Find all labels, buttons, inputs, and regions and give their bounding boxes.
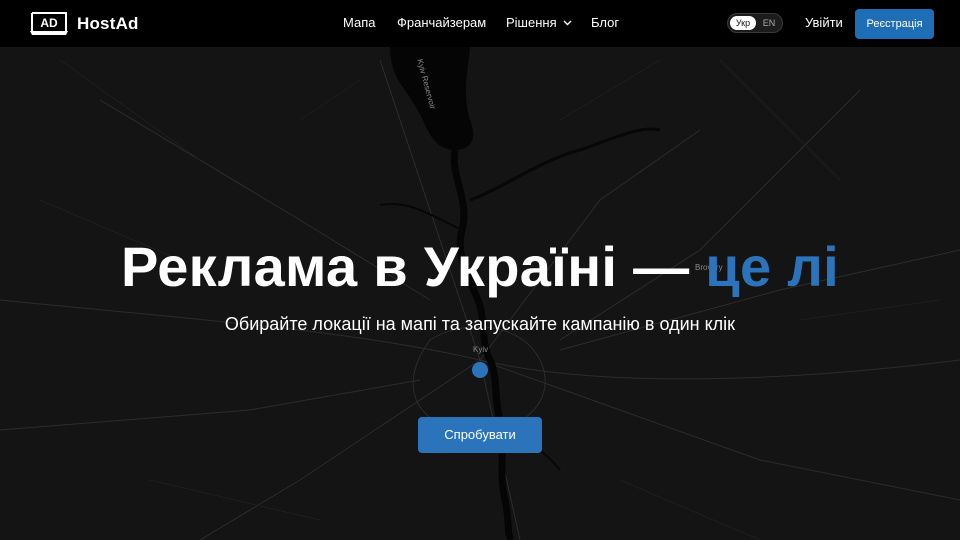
hero-title: Реклама в Україні — це лі [0, 234, 960, 299]
map-location-marker[interactable] [472, 362, 488, 378]
nav-link-blog[interactable]: Блог [591, 15, 619, 30]
nav-dropdown-solutions-label: Рішення [506, 15, 557, 30]
nav-link-map[interactable]: Мапа [343, 15, 375, 30]
lang-option-ukr[interactable]: Укр [730, 16, 756, 30]
map-label-kyiv: Kyiv [473, 345, 489, 354]
lang-option-en[interactable]: EN [758, 16, 780, 30]
nav-link-franchisers[interactable]: Франчайзерам [397, 15, 486, 30]
try-button[interactable]: Спробувати [418, 417, 542, 453]
login-link[interactable]: Увійти [805, 15, 843, 30]
language-toggle[interactable]: Укр EN [727, 13, 783, 33]
chevron-down-icon [563, 20, 572, 25]
svg-text:AD: AD [40, 16, 58, 30]
nav-dropdown-solutions[interactable]: Рішення [506, 15, 572, 30]
hero-title-accent: це лі [705, 235, 839, 298]
hero-title-main: Реклама в Україні — [120, 235, 706, 298]
brand-name: HostAd [77, 14, 139, 33]
register-button[interactable]: Реєстрація [855, 9, 934, 39]
top-navbar: AD HostAd Мапа Франчайзерам Рішення Блог… [0, 0, 960, 47]
brand-logo[interactable]: AD HostAd [29, 11, 139, 37]
hero-subtitle: Обирайте локації на мапі та запускайте к… [224, 314, 736, 334]
logo-ad-icon: AD [30, 12, 68, 35]
